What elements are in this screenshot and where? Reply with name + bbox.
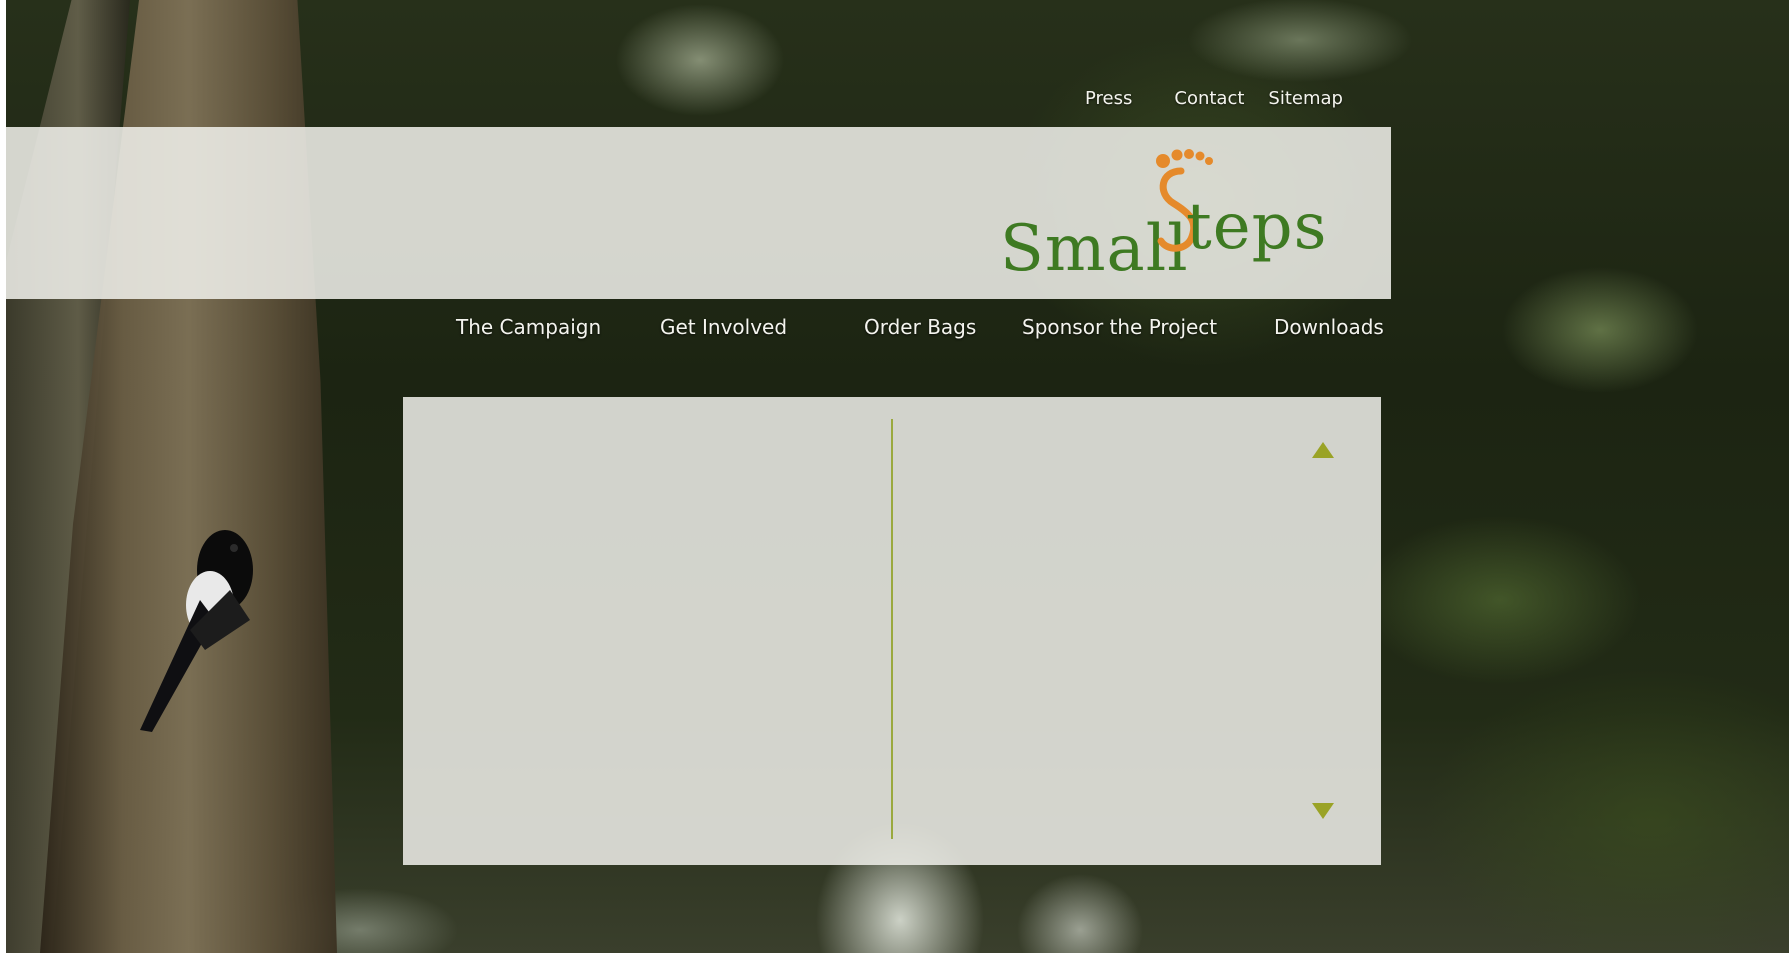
top-link-sitemap[interactable]: Sitemap xyxy=(1268,88,1343,109)
content-panel xyxy=(403,397,1381,865)
nav-item-the-campaign[interactable]: The Campaign xyxy=(456,315,601,339)
top-link-contact[interactable]: Contact xyxy=(1174,88,1244,109)
column-divider xyxy=(891,419,893,839)
header-banner: Small teps xyxy=(6,127,1391,299)
top-utility-nav: Press Contact Sitemap xyxy=(1085,88,1343,109)
nav-item-downloads[interactable]: Downloads xyxy=(1274,315,1384,339)
nav-item-get-involved[interactable]: Get Involved xyxy=(660,315,787,339)
main-navigation: The Campaign Get Involved Order Bags Spo… xyxy=(456,315,1386,339)
scroll-down-arrow-icon[interactable] xyxy=(1312,803,1334,819)
logo-word-teps: teps xyxy=(1186,190,1328,264)
scroll-up-arrow-icon[interactable] xyxy=(1312,442,1334,458)
magpie-bird-image xyxy=(140,530,253,732)
nav-item-order-bags[interactable]: Order Bags xyxy=(864,315,976,339)
top-link-press[interactable]: Press xyxy=(1085,88,1132,109)
small-steps-logo[interactable]: Small teps xyxy=(996,127,1386,299)
nav-item-sponsor-the-project[interactable]: Sponsor the Project xyxy=(1022,315,1217,339)
